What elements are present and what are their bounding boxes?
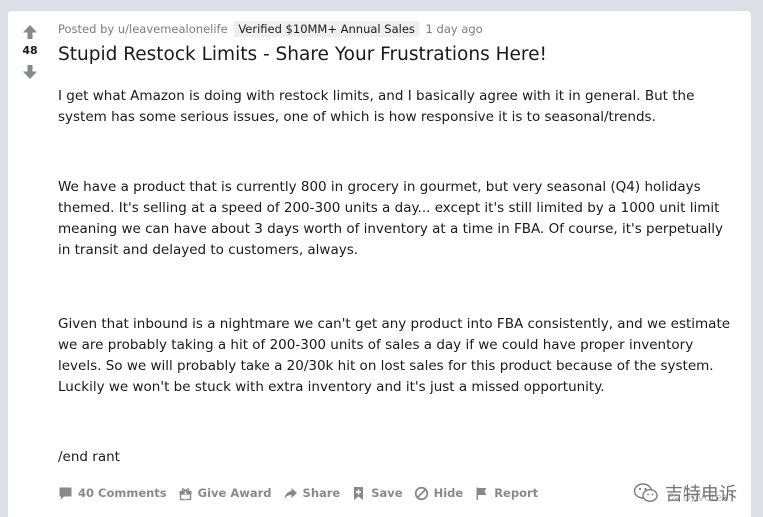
report-button[interactable]: Report — [474, 486, 538, 501]
downvote-arrow-icon — [23, 65, 37, 79]
share-button[interactable]: Share — [283, 486, 341, 501]
user-flair: Verified $10MM+ Annual Sales — [234, 21, 419, 37]
hide-button[interactable]: Hide — [414, 486, 464, 501]
author-link[interactable]: u/leavemealonelife — [118, 22, 228, 36]
give-award-label: Give Award — [197, 486, 272, 500]
downvote-button[interactable] — [22, 64, 38, 80]
save-button[interactable]: Save — [351, 486, 403, 501]
vote-column: 48 — [8, 11, 52, 517]
share-label: Share — [302, 486, 341, 500]
comment-icon — [58, 486, 73, 501]
comments-button[interactable]: 40 Comments — [58, 486, 167, 501]
post-actions-bar: 40 Comments Give Award Share Save Hide R… — [58, 483, 549, 503]
post-card: 48 Posted by u/leavemealonelife Verified… — [8, 11, 751, 517]
save-label: Save — [371, 486, 403, 500]
post-meta: Posted by u/leavemealonelife Verified $1… — [58, 21, 483, 37]
body-paragraph-1: I get what Amazon is doing with restock … — [58, 88, 695, 125]
post-title[interactable]: Stupid Restock Limits - Share Your Frust… — [58, 44, 547, 65]
flag-icon — [474, 486, 489, 501]
share-arrow-icon — [283, 486, 298, 501]
upvote-arrow-icon — [23, 25, 37, 39]
gift-icon — [178, 486, 193, 501]
watermark-text: 吉特电诉 — [665, 484, 737, 505]
body-paragraph-3: Given that inbound is a nightmare we can… — [58, 316, 731, 395]
wechat-logo-icon — [633, 483, 658, 503]
post-time[interactable]: 1 day ago — [426, 22, 483, 36]
comments-label: 40 Comments — [78, 486, 167, 500]
hide-circle-slash-icon — [414, 486, 429, 501]
posted-by-label: Posted by — [58, 22, 115, 36]
wechat-watermark: 吉特电诉 — [633, 480, 737, 506]
hide-label: Hide — [433, 486, 464, 500]
body-paragraph-2: We have a product that is currently 800 … — [58, 179, 723, 258]
give-award-button[interactable]: Give Award — [178, 486, 272, 501]
body-paragraph-4: /end rant — [58, 449, 120, 465]
report-label: Report — [494, 486, 539, 500]
bookmark-plus-icon — [351, 486, 366, 501]
upvote-button[interactable] — [22, 24, 38, 40]
vote-score: 48 — [22, 44, 38, 57]
